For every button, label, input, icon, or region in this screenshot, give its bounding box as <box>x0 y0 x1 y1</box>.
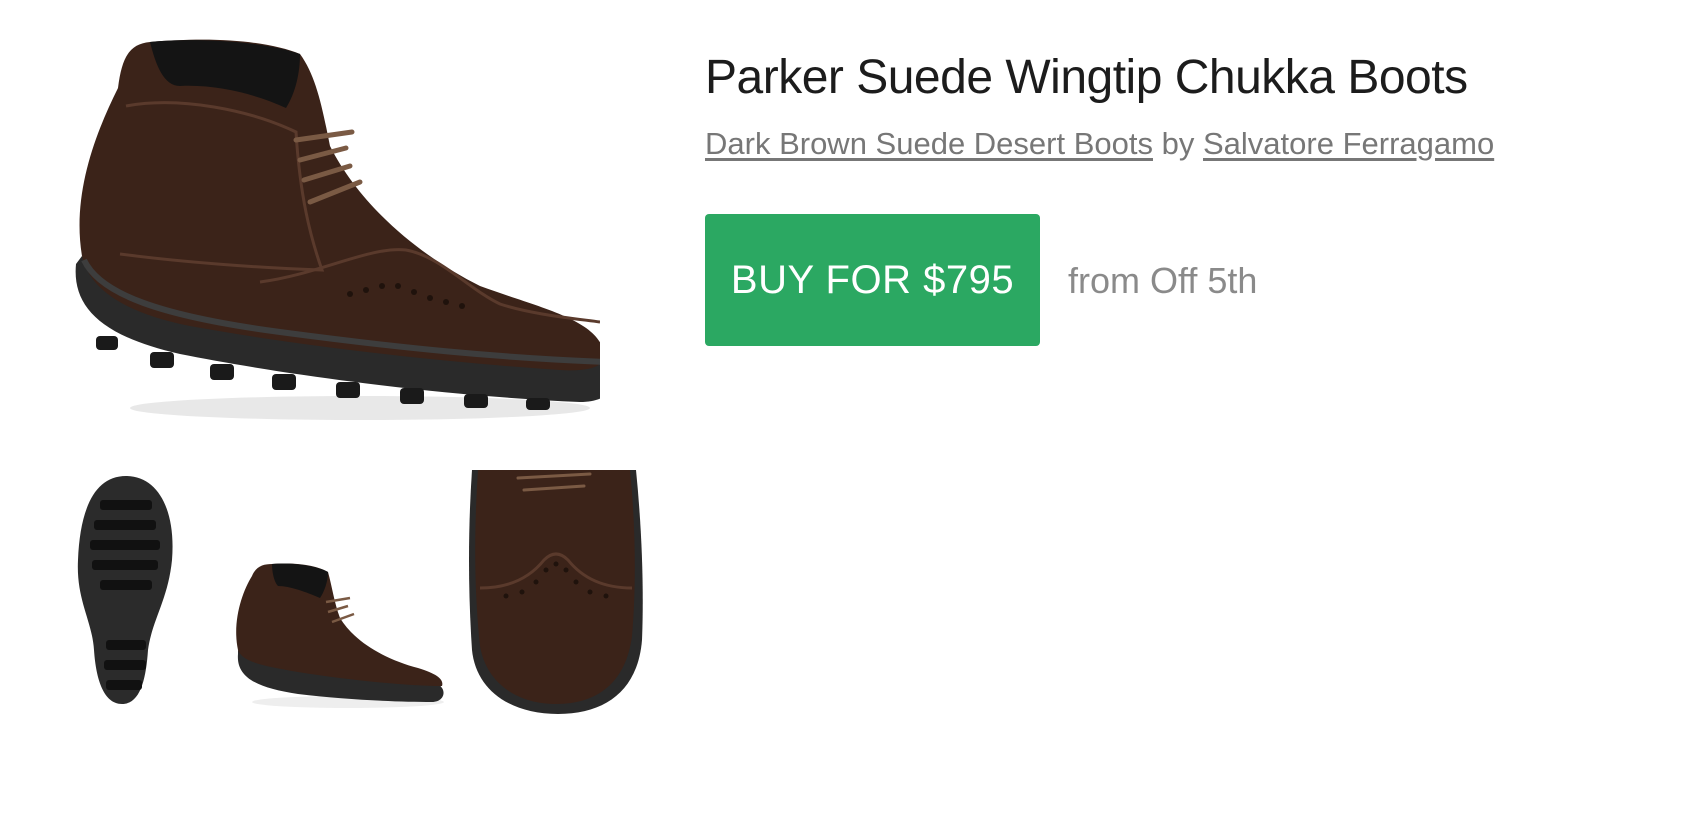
thumbnail-toe-view[interactable] <box>466 470 644 716</box>
product-subtitle: Dark Brown Suede Desert Boots by Salvato… <box>705 126 1494 162</box>
main-product-image <box>60 36 613 420</box>
category-link[interactable]: Dark Brown Suede Desert Boots <box>705 126 1153 161</box>
brand-link[interactable]: Salvatore Ferragamo <box>1203 126 1494 161</box>
by-label: by <box>1161 126 1195 161</box>
buy-button[interactable]: BUY FOR $795 <box>705 214 1040 346</box>
product-title: Parker Suede Wingtip Chukka Boots <box>705 51 1468 104</box>
store-label: from Off 5th <box>1068 260 1258 301</box>
thumbnail-side-view[interactable] <box>228 562 448 712</box>
thumbnail-sole-view[interactable] <box>66 470 186 710</box>
